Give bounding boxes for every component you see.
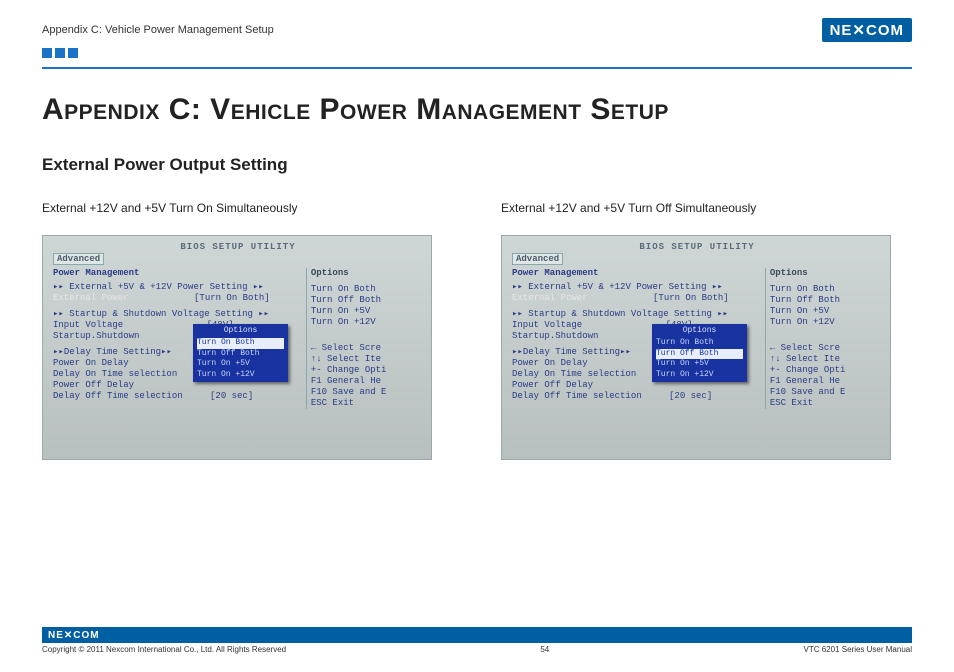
popup-option-selected: Turn Off Both	[656, 349, 743, 359]
bios-ropt1: Turn On Both	[770, 284, 882, 294]
bios-group2: ▸▸ Startup & Shutdown Voltage Setting ▸▸	[512, 309, 759, 319]
bios-input-voltage-label: Input Voltage	[53, 320, 123, 330]
bios-key-exit: ESC Exit	[770, 398, 882, 408]
bios-right-header: Options	[770, 268, 882, 278]
bios-key-change-option: +- Change Opti	[770, 365, 882, 375]
footer-manual-name: VTC 6201 Series User Manual	[804, 645, 913, 654]
bios-key-select-item: ↑↓ Select Ite	[770, 354, 882, 364]
footer-copyright: Copyright © 2011 Nexcom International Co…	[42, 645, 286, 654]
bios-key-save-exit: F10 Save and E	[311, 387, 423, 397]
popup-option-4: Turn On +12V	[656, 370, 743, 380]
bios-key-select-screen: ← Select Scre	[770, 343, 882, 353]
bios-external-power-row: External Power [Turn On Both]	[53, 293, 300, 303]
bios-tabs: Advanced	[53, 254, 423, 264]
bios-tab-advanced: Advanced	[512, 253, 563, 265]
bios-ext-power-value: [Turn On Both]	[653, 293, 729, 303]
bios-options-popup: Options Turn On Both Turn Off Both Turn …	[652, 324, 747, 382]
bios-title: BIOS SETUP UTILITY	[512, 242, 882, 252]
bios-key-general-help: F1 General He	[770, 376, 882, 386]
bios-ropt3: Turn On +5V	[770, 306, 882, 316]
bios-ropt4: Turn On +12V	[770, 317, 882, 327]
bios-opt-delay-off-time-row: Delay Off Time selection [20 sec]	[512, 391, 759, 401]
bios-screenshot-right: BIOS SETUP UTILITY Advanced Power Manage…	[501, 235, 891, 460]
popup-title: Options	[197, 326, 284, 336]
bios-opt-delay-off-value: [20 sec]	[669, 391, 712, 401]
bios-section-header: Power Management	[53, 268, 300, 278]
bios-key-select-item: ↑↓ Select Ite	[311, 354, 423, 364]
bios-ext-power-label: External Power	[512, 293, 588, 303]
popup-title: Options	[656, 326, 743, 336]
bios-screenshot-left: BIOS SETUP UTILITY Advanced Power Manage…	[42, 235, 432, 460]
bios-key-change-option: +- Change Opti	[311, 365, 423, 375]
bios-opt-delay-off-value: [20 sec]	[210, 391, 253, 401]
bios-external-power-row: External Power [Turn On Both]	[512, 293, 759, 303]
footer-bar: NE✕COM	[42, 627, 912, 643]
footer-brand-logo: NE✕COM	[48, 630, 100, 641]
brand-logo: NE✕COM	[822, 18, 912, 42]
bios-right-header: Options	[311, 268, 423, 278]
bios-group1: ▸▸ External +5V & +12V Power Setting ▸▸	[53, 282, 300, 292]
bios-title: BIOS SETUP UTILITY	[53, 242, 423, 252]
bios-ropt4: Turn On +12V	[311, 317, 423, 327]
right-caption: External +12V and +5V Turn Off Simultane…	[501, 201, 912, 215]
bios-key-exit: ESC Exit	[311, 398, 423, 408]
bios-opt-delay-off-time: Delay Off Time selection	[512, 391, 642, 401]
bios-tabs: Advanced	[512, 254, 882, 264]
popup-option-2: Turn Off Both	[197, 349, 284, 359]
bios-ropt2: Turn Off Both	[770, 295, 882, 305]
bios-section-header: Power Management	[512, 268, 759, 278]
bios-ext-power-value: [Turn On Both]	[194, 293, 270, 303]
bios-group2: ▸▸ Startup & Shutdown Voltage Setting ▸▸	[53, 309, 300, 319]
bios-opt-delay-off-time-row: Delay Off Time selection [20 sec]	[53, 391, 300, 401]
page-title: Appendix C: Vehicle Power Management Set…	[42, 93, 912, 127]
popup-option-3: Turn On +5V	[656, 359, 743, 369]
left-caption: External +12V and +5V Turn On Simultaneo…	[42, 201, 453, 215]
popup-option-selected: Turn On Both	[197, 338, 284, 348]
bios-ropt2: Turn Off Both	[311, 295, 423, 305]
bios-options-popup: Options Turn On Both Turn Off Both Turn …	[193, 324, 288, 382]
popup-option-4: Turn On +12V	[197, 370, 284, 380]
breadcrumb: Appendix C: Vehicle Power Management Set…	[42, 24, 274, 36]
bios-tab-advanced: Advanced	[53, 253, 104, 265]
bios-ropt3: Turn On +5V	[311, 306, 423, 316]
header-divider	[42, 67, 912, 69]
bios-opt-delay-off-time: Delay Off Time selection	[53, 391, 183, 401]
bios-key-select-screen: ← Select Scre	[311, 343, 423, 353]
bios-key-save-exit: F10 Save and E	[770, 387, 882, 397]
bios-group1: ▸▸ External +5V & +12V Power Setting ▸▸	[512, 282, 759, 292]
decorative-squares	[42, 48, 78, 58]
bios-ropt1: Turn On Both	[311, 284, 423, 294]
bios-key-general-help: F1 General He	[311, 376, 423, 386]
popup-option-1: Turn On Both	[656, 338, 743, 348]
bios-ext-power-label: External Power	[53, 293, 129, 303]
popup-option-3: Turn On +5V	[197, 359, 284, 369]
section-subtitle: External Power Output Setting	[42, 155, 912, 175]
footer-page-number: 54	[540, 645, 549, 654]
bios-input-voltage-label: Input Voltage	[512, 320, 582, 330]
